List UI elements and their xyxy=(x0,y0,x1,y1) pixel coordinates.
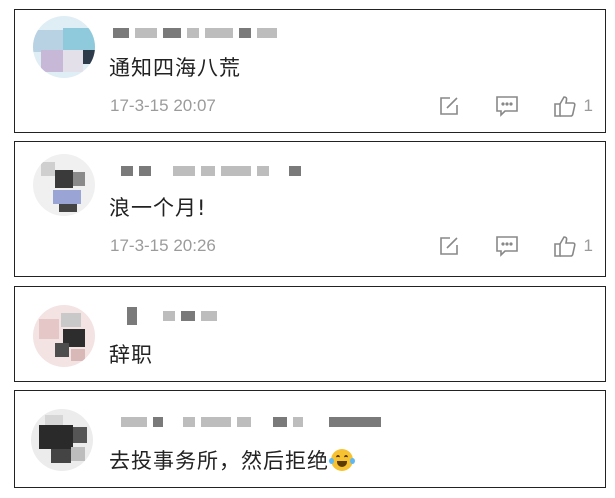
comment-card-2: 浪一个月! 17-3-15 20:26 1 xyxy=(14,141,606,277)
comment-text: 辞职 xyxy=(109,343,153,367)
username-blurred xyxy=(121,417,381,427)
like-count: 1 xyxy=(583,236,593,255)
comment-text-content: 去投事务所，然后拒绝 xyxy=(109,449,329,473)
comment-card-4: 去投事务所，然后拒绝 xyxy=(14,390,606,488)
like-count: 1 xyxy=(583,96,593,115)
like-button[interactable]: 1 xyxy=(552,94,593,118)
comment-card-1: 通知四海八荒 17-3-15 20:07 1 xyxy=(14,9,606,133)
username-blurred xyxy=(127,307,217,325)
comment-text: 浪一个月! xyxy=(109,196,207,220)
avatar[interactable] xyxy=(33,16,95,78)
thumbs-up-icon[interactable] xyxy=(552,234,578,258)
comment-timestamp: 17-3-15 20:26 xyxy=(110,236,216,255)
comment-timestamp: 17-3-15 20:07 xyxy=(110,96,216,115)
like-button[interactable]: 1 xyxy=(552,234,593,258)
comment-text: 去投事务所，然后拒绝 xyxy=(109,445,355,475)
laughing-tears-icon xyxy=(329,449,355,471)
comment-text: 通知四海八荒 xyxy=(109,56,241,80)
avatar[interactable] xyxy=(33,154,95,216)
comment-actions: 1 xyxy=(436,94,593,118)
comment-card-3: 辞职 xyxy=(14,286,606,382)
comment-icon[interactable] xyxy=(494,94,520,118)
edit-icon[interactable] xyxy=(436,234,462,258)
avatar[interactable] xyxy=(33,305,95,367)
thumbs-up-icon[interactable] xyxy=(552,94,578,118)
avatar[interactable] xyxy=(31,409,93,471)
comment-icon[interactable] xyxy=(494,234,520,258)
username-blurred xyxy=(113,28,277,38)
username-blurred xyxy=(121,166,301,176)
comment-actions: 1 xyxy=(436,234,593,258)
edit-icon[interactable] xyxy=(436,94,462,118)
